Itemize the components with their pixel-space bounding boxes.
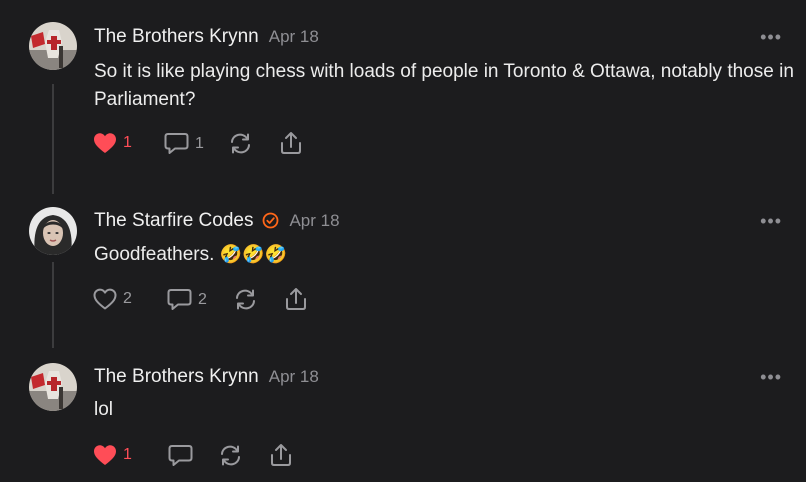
comment-text: lol — [94, 399, 114, 420]
avatar-image — [29, 207, 77, 255]
like-count: 2 — [123, 290, 132, 307]
comment-date[interactable]: Apr 18 — [269, 27, 319, 46]
share-button[interactable] — [270, 443, 292, 467]
reply-count: 1 — [195, 134, 204, 152]
restack-button[interactable] — [234, 289, 257, 310]
restack-button[interactable] — [229, 133, 252, 154]
comment-text: Goodfeathers. — [94, 244, 215, 265]
avatar-image — [29, 22, 77, 70]
author-name[interactable]: The Brothers Krynn — [94, 366, 259, 387]
share-icon — [271, 444, 291, 466]
comment-icon — [164, 133, 189, 154]
reply-button[interactable]: 2 — [167, 288, 207, 311]
comment-text: So it is like playing chess with loads o… — [94, 61, 794, 110]
like-button[interactable]: 2 — [93, 288, 132, 310]
reply-button[interactable]: 1 — [164, 132, 204, 155]
author-line: The Brothers Krynn Apr 18 — [94, 366, 319, 388]
comment-date[interactable]: Apr 18 — [289, 211, 339, 230]
like-button[interactable]: 1 — [93, 132, 132, 154]
comment-icon — [167, 289, 192, 310]
author-line: The Starfire Codes Apr 18 — [94, 210, 340, 232]
like-count: 1 — [123, 134, 132, 151]
avatar[interactable] — [29, 22, 77, 70]
reply-button[interactable] — [168, 444, 199, 467]
like-count: 1 — [123, 446, 132, 463]
thread-line — [52, 84, 54, 194]
heart-icon — [94, 133, 116, 153]
restack-icon — [221, 445, 240, 466]
author-name[interactable]: The Brothers Krynn — [94, 26, 259, 47]
avatar[interactable] — [29, 207, 77, 255]
share-button[interactable] — [285, 287, 307, 311]
author-name[interactable]: The Starfire Codes — [94, 210, 253, 231]
share-icon — [286, 288, 306, 310]
laughing-emoji: 🤣🤣🤣 — [219, 244, 287, 264]
comment-date[interactable]: Apr 18 — [269, 367, 319, 386]
author-line: The Brothers Krynn Apr 18 — [94, 26, 319, 48]
more-options-icon[interactable]: ••• — [760, 211, 782, 232]
restack-icon — [231, 133, 250, 154]
reply-count: 2 — [198, 290, 207, 308]
share-button[interactable] — [280, 131, 302, 155]
avatar[interactable] — [29, 363, 77, 411]
more-options-icon[interactable]: ••• — [760, 27, 782, 48]
comment-icon — [168, 445, 193, 466]
heart-icon — [93, 288, 117, 310]
avatar-image — [29, 363, 77, 411]
thread-line — [52, 262, 54, 348]
share-icon — [281, 132, 301, 154]
comment-text-container: Goodfeathers. 🤣🤣🤣 — [94, 240, 794, 269]
like-button[interactable]: 1 — [93, 444, 132, 466]
more-options-icon[interactable]: ••• — [760, 367, 782, 388]
heart-icon — [94, 445, 116, 465]
restack-icon — [236, 289, 255, 310]
restack-button[interactable] — [219, 445, 242, 466]
verified-icon — [263, 213, 279, 229]
